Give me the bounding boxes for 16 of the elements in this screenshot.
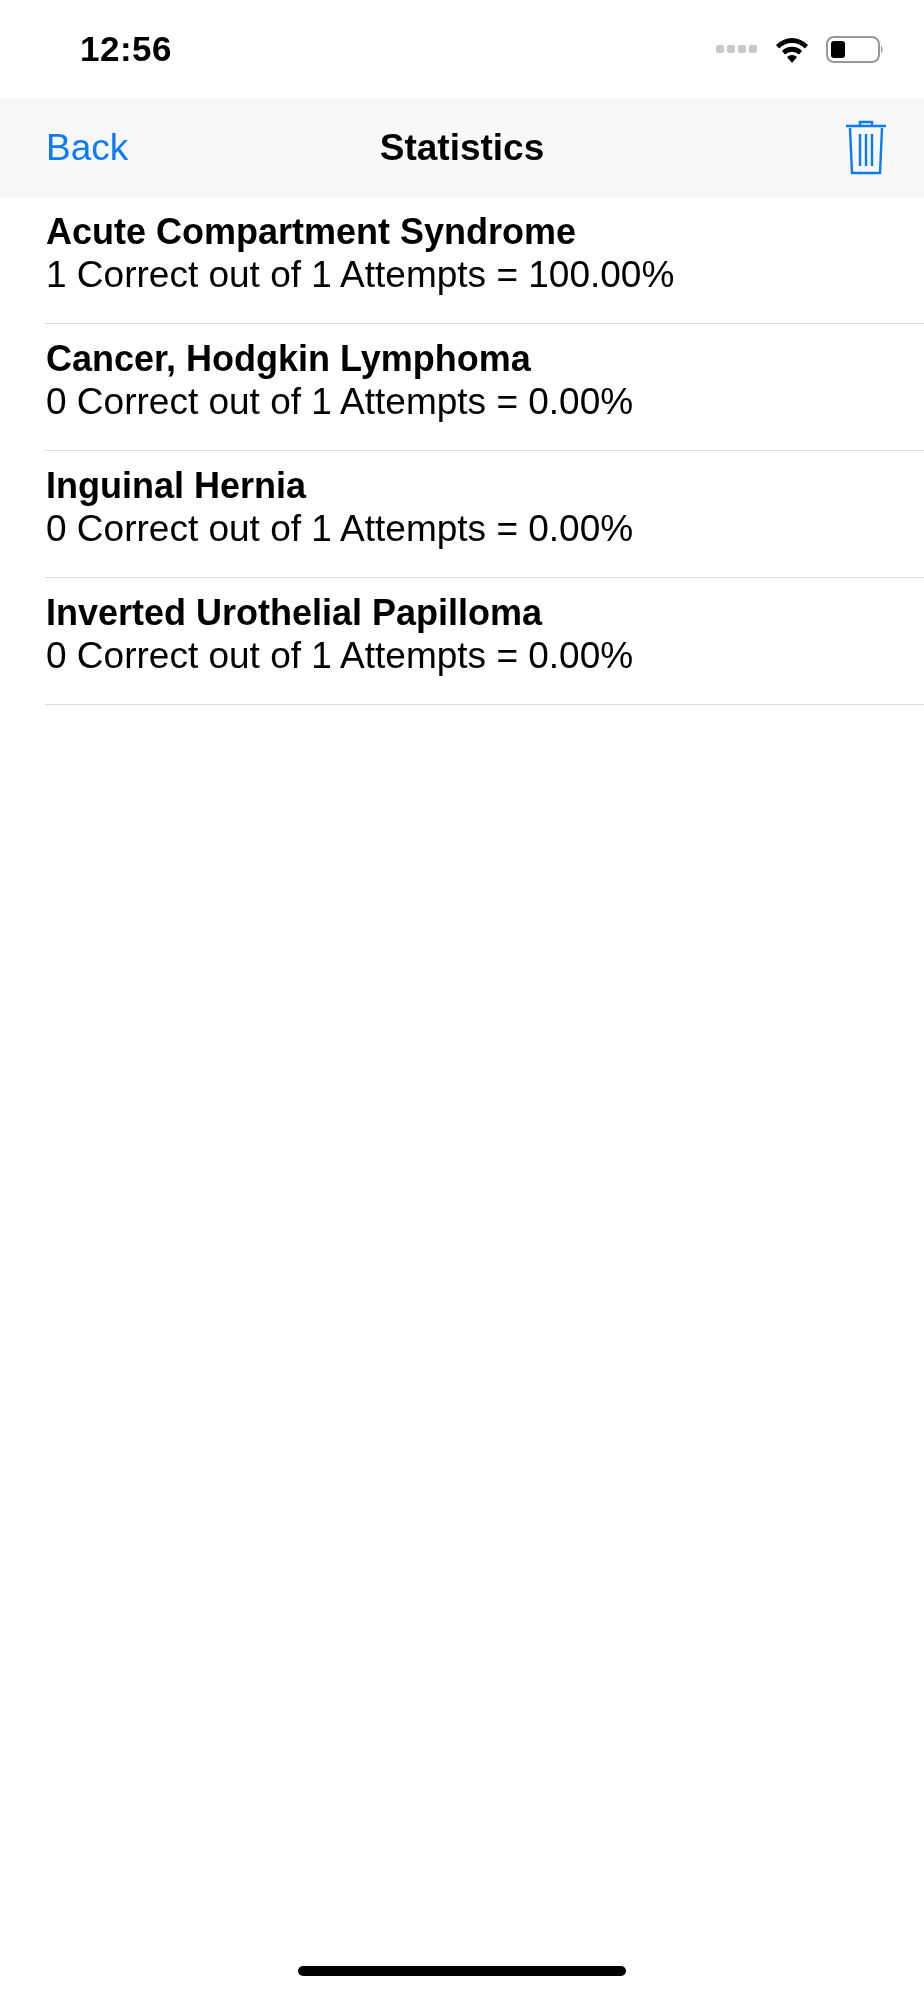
row-detail: 0 Correct out of 1 Attempts = 0.00% bbox=[46, 380, 635, 424]
trash-icon bbox=[844, 119, 888, 176]
back-button[interactable]: Back bbox=[46, 126, 129, 169]
signal-icon bbox=[716, 44, 758, 54]
nav-title: Statistics bbox=[379, 126, 545, 169]
row-detail: 0 Correct out of 1 Attempts = 0.00% bbox=[46, 507, 635, 551]
trash-button[interactable] bbox=[844, 119, 888, 176]
row-title: Inverted Urothelial Papilloma bbox=[46, 592, 544, 634]
row-detail: 0 Correct out of 1 Attempts = 0.00% bbox=[46, 634, 635, 678]
row-title: Cancer, Hodgkin Lymphoma bbox=[46, 338, 532, 380]
row-title: Inguinal Hernia bbox=[46, 465, 308, 507]
row-detail: 1 Correct out of 1 Attempts = 100.00% bbox=[46, 253, 676, 297]
battery-icon bbox=[826, 35, 884, 63]
row-title: Acute Compartment Syndrome bbox=[46, 211, 578, 253]
status-time: 12:56 bbox=[80, 29, 174, 69]
wifi-icon bbox=[774, 35, 810, 63]
